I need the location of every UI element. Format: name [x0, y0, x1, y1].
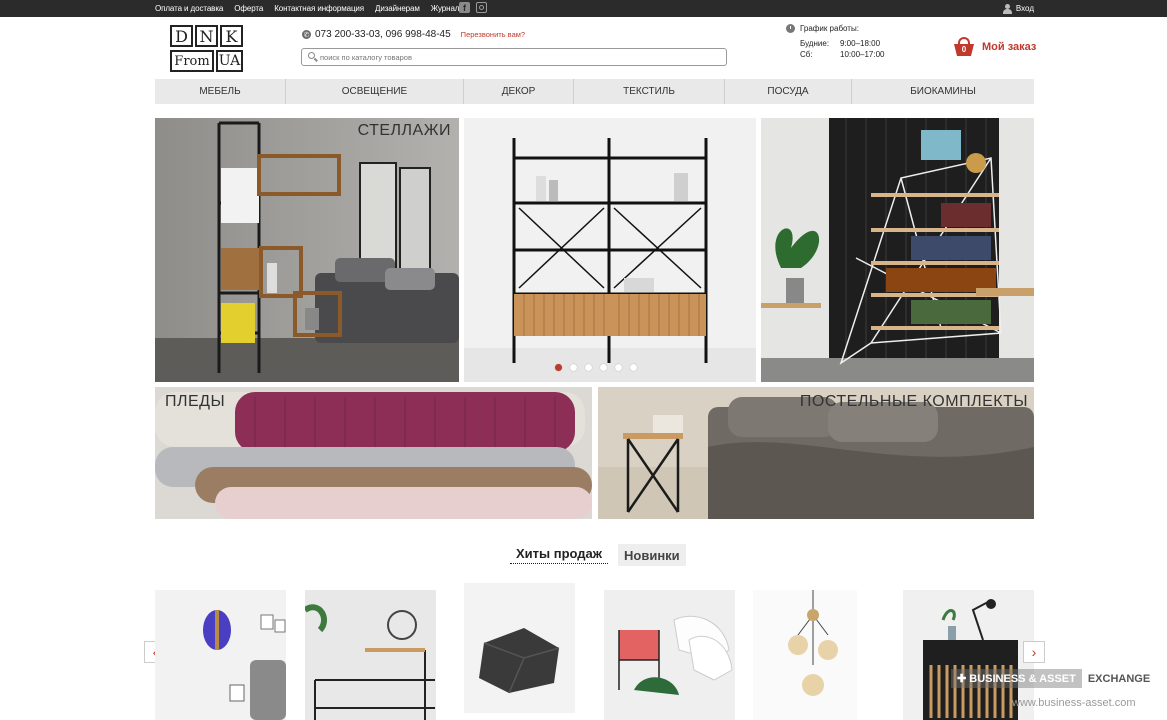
- weekdays-label: Будние:: [800, 39, 830, 48]
- chevron-right-icon: ›: [1031, 644, 1037, 660]
- slider-dots: [555, 364, 637, 371]
- product-image: [464, 583, 575, 713]
- login-link[interactable]: Вход: [1002, 0, 1034, 17]
- clock-icon: [786, 24, 795, 33]
- product-image: [753, 590, 857, 720]
- tab-bestsellers[interactable]: Хиты продаж: [510, 544, 609, 564]
- product-image: [155, 590, 286, 720]
- login-label: Вход: [1015, 4, 1034, 13]
- product-card[interactable]: [305, 590, 436, 720]
- watermark-exchange: EXCHANGE: [1087, 672, 1151, 685]
- link-payment-delivery[interactable]: Оплата и доставка: [155, 4, 223, 13]
- slider-dot[interactable]: [555, 364, 562, 371]
- shelving-unit-photo: [464, 118, 756, 382]
- banner-bedding[interactable]: ПОСТЕЛЬНЫЕ КОМПЛЕКТЫ: [598, 387, 1034, 519]
- main-nav: МЕБЕЛЬ ОСВЕЩЕНИЕ ДЕКОР ТЕКСТИЛЬ ПОСУДА Б…: [155, 79, 1034, 104]
- product-card[interactable]: [155, 590, 286, 720]
- watermark-badge: ✚ BUSINESS & ASSET: [951, 669, 1082, 688]
- banner-throws[interactable]: ПЛЕДЫ: [155, 387, 592, 519]
- social-links: f: [459, 2, 487, 13]
- logo-letter: N: [195, 25, 218, 47]
- nav-item-textile[interactable]: ТЕКСТИЛЬ: [574, 79, 725, 104]
- slider-dot[interactable]: [630, 364, 637, 371]
- saturday-hours: 10:00–17:00: [840, 50, 885, 59]
- basket-icon: 0: [954, 37, 974, 57]
- hours-title: График работы:: [800, 24, 859, 33]
- product-tabs: Хиты продаж Новинки: [510, 544, 686, 566]
- banner-slider[interactable]: [464, 118, 756, 382]
- search-icon: [308, 52, 315, 59]
- carousel-next-button[interactable]: ›: [1023, 641, 1045, 663]
- user-icon: [1002, 3, 1012, 14]
- search-box: [301, 48, 727, 66]
- banner-bookshelf[interactable]: [761, 118, 1034, 382]
- nav-item-decor[interactable]: ДЕКОР: [464, 79, 574, 104]
- nav-item-dishes[interactable]: ПОСУДА: [725, 79, 852, 104]
- product-card[interactable]: [464, 583, 575, 713]
- top-bar: Оплата и доставка Оферта Контактная инфо…: [0, 0, 1167, 17]
- banner-shelves-caption: СТЕЛЛАЖИ: [357, 122, 451, 139]
- nav-item-biofireplaces[interactable]: БИОКАМИНЫ: [852, 79, 1034, 104]
- link-contacts[interactable]: Контактная информация: [274, 4, 364, 13]
- cart-count: 0: [954, 44, 974, 56]
- working-hours: График работы: Будние: 9:00–18:00 Сб: 10…: [786, 24, 885, 60]
- logo-letter: D: [170, 25, 193, 47]
- banner-throws-caption: ПЛЕДЫ: [165, 393, 226, 410]
- product-card[interactable]: [753, 590, 857, 720]
- slider-dot[interactable]: [585, 364, 592, 371]
- link-designers[interactable]: Дизайнерам: [375, 4, 420, 13]
- slider-dot[interactable]: [615, 364, 622, 371]
- slider-dot[interactable]: [570, 364, 577, 371]
- link-offer[interactable]: Оферта: [234, 4, 263, 13]
- product-image: [305, 590, 436, 720]
- nav-item-lighting[interactable]: ОСВЕЩЕНИЕ: [286, 79, 464, 104]
- logo-letter: K: [220, 25, 243, 47]
- tab-new[interactable]: Новинки: [618, 544, 686, 566]
- facebook-icon[interactable]: f: [459, 2, 470, 13]
- bookshelf-photo: [761, 118, 1034, 382]
- instagram-icon[interactable]: [476, 2, 487, 13]
- link-journal[interactable]: Журнал: [431, 4, 460, 13]
- nav-item-furniture[interactable]: МЕБЕЛЬ: [155, 79, 286, 104]
- cart-label: Мой заказ: [982, 41, 1037, 53]
- phone-numbers: 073 200-33-03, 096 998-48-45: [315, 29, 451, 40]
- banner-shelves[interactable]: СТЕЛЛАЖИ: [155, 118, 459, 382]
- top-links: Оплата и доставка Оферта Контактная инфо…: [155, 0, 459, 17]
- banner-bedding-caption: ПОСТЕЛЬНЫЕ КОМПЛЕКТЫ: [799, 393, 1028, 410]
- cart-button[interactable]: 0 Мой заказ: [954, 37, 1036, 57]
- search-input[interactable]: [320, 51, 720, 63]
- phone-icon: ✆: [302, 30, 311, 39]
- weekdays-hours: 9:00–18:00: [840, 39, 881, 48]
- product-card[interactable]: [604, 590, 735, 720]
- logo-ua: UA: [216, 50, 243, 72]
- logo-from: From: [170, 50, 214, 72]
- saturday-label: Сб:: [800, 50, 813, 59]
- watermark: ✚ BUSINESS & ASSET EXCHANGE: [951, 669, 1150, 688]
- product-image: [604, 590, 735, 720]
- contact-phones: ✆ 073 200-33-03, 096 998-48-45 Перезвони…: [302, 29, 525, 40]
- callback-link[interactable]: Перезвонить вам?: [461, 30, 525, 39]
- watermark-url: www.business-asset.com: [1012, 697, 1136, 709]
- shelves-photo: [155, 118, 459, 382]
- site-logo[interactable]: D N K From UA: [170, 25, 246, 75]
- slider-dot[interactable]: [600, 364, 607, 371]
